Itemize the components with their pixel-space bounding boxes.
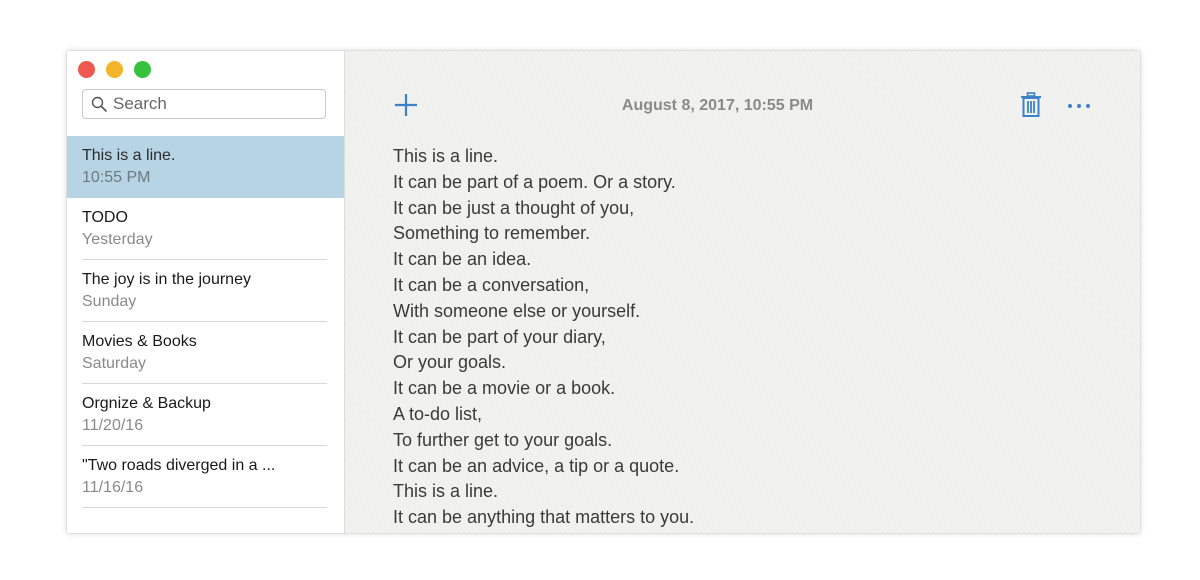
note-title: Orgnize & Backup	[82, 395, 211, 412]
note-line: Or your goals.	[393, 352, 507, 373]
editor-toolbar: August 8, 2017, 10:55 PM	[345, 91, 1140, 121]
note-line: It can be an advice, a tip or a quote.	[393, 455, 680, 476]
note-date: 11/20/16	[82, 417, 144, 434]
ellipsis-icon	[1068, 104, 1090, 108]
note-list-item[interactable]: The joy is in the journey Sunday	[67, 260, 344, 322]
window-controls	[78, 61, 151, 78]
note-title: The joy is in the journey	[82, 271, 251, 288]
note-list-item[interactable]: "Two roads diverged in a ... 11/16/16	[67, 446, 344, 508]
zoom-window-button[interactable]	[134, 61, 151, 78]
note-line: It can be part of your diary,	[393, 326, 606, 347]
more-options-button[interactable]	[1066, 95, 1092, 115]
close-window-button[interactable]	[78, 61, 95, 78]
note-list-item[interactable]: TODO Yesterday	[67, 198, 344, 260]
note-list-item[interactable]: Orgnize & Backup 11/20/16	[67, 384, 344, 446]
minimize-window-button[interactable]	[106, 61, 123, 78]
note-editor: August 8, 2017, 10:55 PM This is a line.…	[345, 51, 1140, 533]
note-line: A to-do list,	[393, 403, 483, 424]
divider	[82, 507, 327, 508]
note-list: This is a line. 10:55 PM TODO Yesterday …	[67, 136, 344, 508]
note-line: This is a line.	[393, 146, 499, 166]
note-title: Movies & Books	[82, 333, 197, 350]
note-timestamp: August 8, 2017, 10:55 PM	[621, 97, 814, 114]
note-list-item[interactable]: Movies & Books Saturday	[67, 322, 344, 384]
note-body[interactable]: This is a line. It can be part of a poem…	[393, 144, 1093, 531]
note-date: Sunday	[82, 293, 137, 310]
note-title: This is a line.	[82, 147, 176, 164]
note-title: "Two roads diverged in a ...	[82, 457, 276, 474]
search-input[interactable]	[113, 94, 313, 114]
note-date: Yesterday	[82, 231, 153, 248]
trash-icon	[1021, 92, 1041, 117]
note-line: This is a line.	[393, 481, 499, 502]
note-title: TODO	[82, 209, 128, 226]
note-date: 10:55 PM	[82, 169, 151, 186]
delete-note-button[interactable]	[1020, 92, 1042, 118]
note-line: It can be anything that matters to you.	[393, 507, 695, 528]
search-box[interactable]	[82, 89, 326, 119]
note-date: Saturday	[82, 355, 147, 372]
note-line: It can be an idea.	[393, 249, 532, 270]
search-icon	[91, 96, 107, 112]
note-line: It can be just a thought of you,	[393, 197, 635, 218]
note-date: 11/16/16	[82, 479, 144, 496]
note-line: It can be a conversation,	[393, 274, 590, 295]
note-line: With someone else or yourself.	[393, 300, 641, 321]
sidebar: This is a line. 10:55 PM TODO Yesterday …	[67, 51, 345, 533]
note-line: It can be part of a poem. Or a story.	[393, 171, 676, 192]
note-line: It can be a movie or a book.	[393, 378, 616, 399]
note-line: Something to remember.	[393, 223, 591, 244]
note-list-item[interactable]: This is a line. 10:55 PM	[67, 136, 344, 198]
note-line: To further get to your goals.	[393, 429, 613, 450]
notes-app-window: This is a line. 10:55 PM TODO Yesterday …	[67, 51, 1140, 533]
